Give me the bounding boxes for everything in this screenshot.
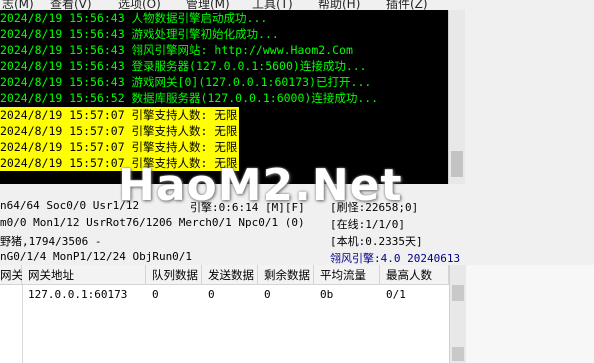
cell-max-players: 0/1 — [386, 288, 406, 301]
menu-item-plugins[interactable]: 插件(Z) — [386, 0, 428, 10]
grid-scrollbar[interactable] — [449, 265, 466, 363]
log-line: 2024/8/19 15:56:43 游戏网关[0](127.0.0.1:601… — [0, 75, 372, 89]
cell-send-data: 0 — [208, 288, 215, 301]
status-online: [在线:1/1/0] — [330, 218, 405, 231]
grid-scrollbar-down[interactable] — [452, 347, 464, 361]
menu-item-tools[interactable]: 工具(T) — [252, 0, 293, 10]
log-line: 2024/8/19 15:56:43 翎风引擎网站: http://www.Ha… — [0, 43, 353, 57]
menu-item-log[interactable]: 志(M) — [2, 0, 34, 10]
console-scrollbar[interactable] — [448, 10, 465, 184]
menu-item-options[interactable]: 选项(O) — [118, 0, 161, 10]
column-header-queue-data[interactable]: 队列数据 — [146, 265, 202, 285]
log-line-highlighted: 2024/8/19 15:57:07 引擎支持人数: 无限 — [0, 123, 240, 139]
column-header-send-data[interactable]: 发送数据 — [202, 265, 258, 285]
cell-average-traffic: 0b — [320, 288, 334, 301]
grid-scrollbar-thumb[interactable] — [452, 285, 464, 301]
console-scrollbar-thumb[interactable] — [451, 151, 463, 177]
status-uptime: [本机:0.2335天] — [330, 235, 423, 248]
cell-queue-data: 0 — [152, 288, 159, 301]
menu-item-view[interactable]: 查看(V) — [50, 0, 92, 10]
column-header-average-traffic[interactable]: 平均流量 — [314, 265, 380, 285]
status-monster-info: m0/0 Mon1/12 UsrRot76/1206 Merch0/1 Npc0… — [0, 216, 305, 229]
cell-gateway-address: 127.0.0.1:60173 — [28, 288, 128, 301]
menu-bar: 志(M) 查看(V) 选项(O) 管理(M) 工具(T) 帮助(H) 插件(Z) — [0, 0, 594, 10]
watermark: HaoM2.Net — [118, 160, 403, 211]
column-header-gateway-address[interactable]: 网关地址 — [22, 265, 146, 285]
menu-item-help[interactable]: 帮助(H) — [318, 0, 360, 10]
log-line-highlighted: 2024/8/19 15:57:07 引擎支持人数: 无限 — [0, 139, 240, 155]
column-header-gateway[interactable]: 网关 — [0, 265, 23, 285]
log-line: 2024/8/19 15:56:52 数据库服务器(127.0.0.1:6000… — [0, 91, 379, 105]
log-line-highlighted: 2024/8/19 15:57:07 引擎支持人数: 无限 — [0, 107, 240, 123]
column-header-remaining-data[interactable]: 剩余数据 — [258, 265, 314, 285]
status-object-info: nG0/1/4 MonP1/12/24 ObjRun0/1 — [0, 250, 193, 263]
grid-side-panel — [466, 265, 594, 363]
column-header-max-players[interactable]: 最高人数 — [380, 265, 449, 285]
cell-remaining-data: 0 — [264, 288, 271, 301]
status-current-monster: 野猪,1794/3506 - — [0, 235, 102, 248]
engine-version: 翎风引擎:4.0 20240613 — [330, 252, 461, 265]
log-console[interactable]: 2024/8/19 15:56:43 人物数据引擎启动成功... 2024/8/… — [0, 10, 448, 184]
menu-item-manage[interactable]: 管理(M) — [186, 0, 230, 10]
log-line: 2024/8/19 15:56:43 人物数据引擎启动成功... — [0, 11, 268, 25]
log-line: 2024/8/19 15:56:43 登录服务器(127.0.0.1:5600)… — [0, 59, 367, 73]
log-line: 2024/8/19 15:56:43 游戏处理引擎初始化成功... — [0, 27, 279, 41]
